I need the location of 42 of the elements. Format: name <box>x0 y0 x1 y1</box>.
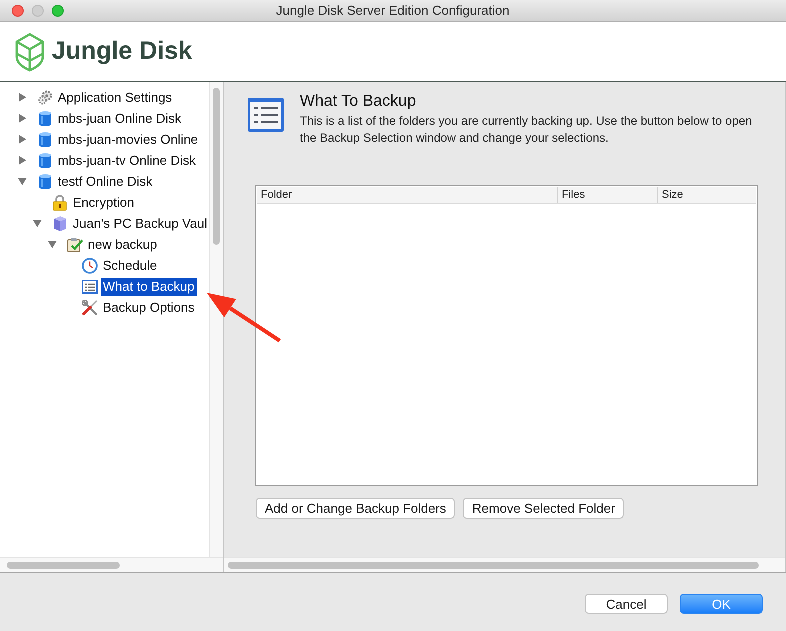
padlock-icon <box>53 194 67 210</box>
action-button[interactable]: Remove Selected Folder <box>463 498 624 519</box>
list-icon <box>82 280 98 294</box>
tree-item[interactable]: Backup Options <box>101 298 197 316</box>
tree-item[interactable]: Encryption <box>71 194 136 212</box>
tree-item[interactable]: testf Online Disk <box>56 172 155 190</box>
tree-item[interactable]: mbs-juan-movies Online <box>56 130 200 148</box>
scrollbar-thumb[interactable] <box>213 88 220 245</box>
close-icon[interactable] <box>12 5 24 17</box>
panel-description: This is a list of the folders you are currently backing up. Use the button below to open the Backup Selection window and change your selections. <box>300 113 754 147</box>
disclosure-triangle-icon[interactable] <box>48 240 57 249</box>
column-header[interactable]: Files <box>557 187 657 203</box>
gears-icon <box>38 90 52 105</box>
tools-icon <box>82 300 98 316</box>
scrollbar-thumb[interactable] <box>228 562 759 568</box>
disclosure-triangle-icon[interactable] <box>18 135 27 144</box>
cube-icon <box>54 216 66 232</box>
disclosure-triangle-icon[interactable] <box>18 156 27 165</box>
logo-text: Jungle Disk <box>52 39 192 64</box>
dialog-button[interactable]: Cancel <box>585 594 668 614</box>
list-icon <box>247 97 285 133</box>
window-title: Jungle Disk Server Edition Configuration <box>276 2 510 20</box>
panel-title: What To Backup <box>300 93 418 111</box>
logo-icon <box>15 32 45 72</box>
tree-item[interactable]: Application Settings <box>56 88 174 106</box>
tree-item[interactable]: Schedule <box>101 256 160 274</box>
tree-item[interactable]: new backup <box>86 236 160 254</box>
tree-item[interactable]: mbs-juan-tv Online Disk <box>56 152 198 170</box>
tree-item[interactable]: mbs-juan Online Disk <box>56 110 184 128</box>
disclosure-triangle-icon[interactable] <box>33 219 42 228</box>
zoom-icon[interactable] <box>52 5 64 17</box>
column-header[interactable]: Size <box>657 187 756 203</box>
tree-item[interactable]: What to Backup <box>101 278 197 296</box>
clock-icon <box>82 258 98 274</box>
tree-item[interactable]: Juan's PC Backup Vaul <box>71 214 210 232</box>
disclosure-triangle-icon[interactable] <box>18 177 27 186</box>
action-button[interactable]: Add or Change Backup Folders <box>256 498 456 519</box>
disclosure-triangle-icon[interactable] <box>18 114 27 123</box>
scrollbar-thumb[interactable] <box>7 562 120 568</box>
clipboard-check-icon <box>66 236 84 252</box>
disclosure-triangle-icon[interactable] <box>18 93 27 102</box>
column-header[interactable]: Folder <box>257 187 557 203</box>
